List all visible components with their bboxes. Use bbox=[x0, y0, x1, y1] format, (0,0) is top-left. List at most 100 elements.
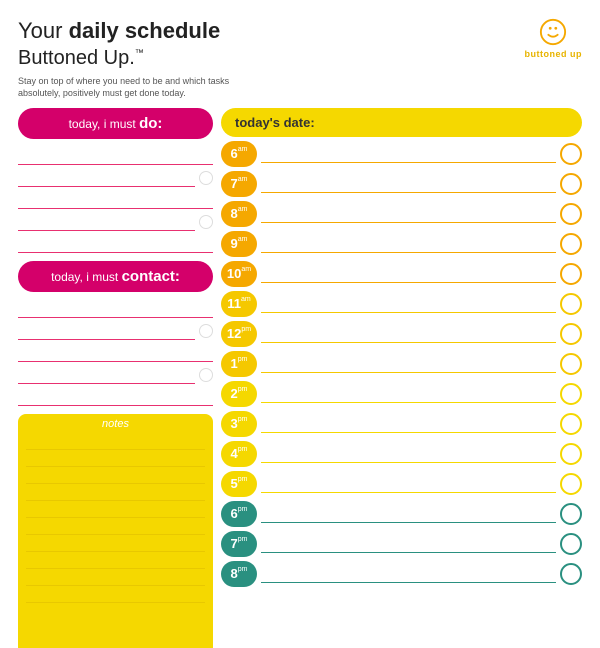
header-left: Your daily schedule Buttoned Up.™ Stay o… bbox=[18, 18, 248, 100]
contact-line-3 bbox=[18, 342, 213, 364]
time-line-5pm bbox=[261, 475, 556, 493]
main-layout: today, i must do: bbox=[18, 108, 582, 648]
do-lines bbox=[18, 145, 213, 255]
do-line-3 bbox=[18, 189, 213, 211]
do-checkbox[interactable] bbox=[199, 171, 213, 185]
time-row-7pm: 7pm bbox=[221, 529, 582, 559]
note-line bbox=[26, 552, 205, 569]
time-line-2pm bbox=[261, 385, 556, 403]
time-row-4pm: 4pm bbox=[221, 439, 582, 469]
time-line-7pm bbox=[261, 535, 556, 553]
time-checkbox-11am[interactable] bbox=[560, 293, 582, 315]
header-right: buttoned up bbox=[525, 18, 582, 59]
time-row-10am: 10am bbox=[221, 259, 582, 289]
time-line-6am bbox=[261, 145, 556, 163]
time-bubble-7pm: 7pm bbox=[221, 531, 257, 557]
time-checkbox-2pm[interactable] bbox=[560, 383, 582, 405]
header: Your daily schedule Buttoned Up.™ Stay o… bbox=[18, 18, 582, 100]
do-line-underline bbox=[18, 191, 213, 209]
time-rows-container: 6am7am8am9am10am11am12pm1pm2pm3pm4pm5pm6… bbox=[221, 139, 582, 589]
contact-line-underline bbox=[18, 388, 213, 406]
time-bubble-12pm: 12pm bbox=[221, 321, 257, 347]
note-line bbox=[26, 467, 205, 484]
today-date-row: today's date: bbox=[221, 108, 582, 139]
time-row-6pm: 6pm bbox=[221, 499, 582, 529]
time-checkbox-6pm[interactable] bbox=[560, 503, 582, 525]
time-bubble-8am: 8am bbox=[221, 201, 257, 227]
notes-lines bbox=[26, 433, 205, 648]
today-date-bar[interactable]: today's date: bbox=[221, 108, 582, 137]
contact-checkbox[interactable] bbox=[199, 324, 213, 338]
time-checkbox-6am[interactable] bbox=[560, 143, 582, 165]
time-checkbox-1pm[interactable] bbox=[560, 353, 582, 375]
do-section-label: today, i must do: bbox=[18, 108, 213, 139]
time-line-8pm bbox=[261, 565, 556, 583]
time-checkbox-4pm[interactable] bbox=[560, 443, 582, 465]
left-panel: today, i must do: bbox=[18, 108, 213, 648]
time-line-4pm bbox=[261, 445, 556, 463]
time-checkbox-10am[interactable] bbox=[560, 263, 582, 285]
time-checkbox-7am[interactable] bbox=[560, 173, 582, 195]
do-line-2 bbox=[18, 167, 213, 189]
time-row-3pm: 3pm bbox=[221, 409, 582, 439]
note-line bbox=[26, 450, 205, 467]
notes-section: notes bbox=[18, 414, 213, 648]
page: Your daily schedule Buttoned Up.™ Stay o… bbox=[0, 0, 600, 648]
time-row-7am: 7am bbox=[221, 169, 582, 199]
time-bubble-6am: 6am bbox=[221, 141, 257, 167]
note-line bbox=[26, 433, 205, 450]
time-checkbox-3pm[interactable] bbox=[560, 413, 582, 435]
time-bubble-1pm: 1pm bbox=[221, 351, 257, 377]
time-row-8am: 8am bbox=[221, 199, 582, 229]
do-line-underline bbox=[18, 147, 213, 165]
time-bubble-2pm: 2pm bbox=[221, 381, 257, 407]
contact-line-4 bbox=[18, 364, 213, 386]
time-row-8pm: 8pm bbox=[221, 559, 582, 589]
page-title: Your daily schedule Buttoned Up.™ bbox=[18, 18, 248, 71]
time-line-10am bbox=[261, 265, 556, 283]
note-line bbox=[26, 586, 205, 603]
contact-lines bbox=[18, 298, 213, 408]
time-checkbox-7pm[interactable] bbox=[560, 533, 582, 555]
time-line-11am bbox=[261, 295, 556, 313]
contact-line-5 bbox=[18, 386, 213, 408]
do-line-4 bbox=[18, 211, 213, 233]
time-row-5pm: 5pm bbox=[221, 469, 582, 499]
time-row-6am: 6am bbox=[221, 139, 582, 169]
today-date-label: today's date: bbox=[235, 115, 315, 130]
subtitle: Stay on top of where you need to be and … bbox=[18, 75, 248, 100]
contact-line-1 bbox=[18, 298, 213, 320]
time-line-8am bbox=[261, 205, 556, 223]
time-row-12pm: 12pm bbox=[221, 319, 582, 349]
do-line-underline bbox=[18, 169, 195, 187]
logo-icon bbox=[539, 18, 567, 46]
time-line-12pm bbox=[261, 325, 556, 343]
time-bubble-7am: 7am bbox=[221, 171, 257, 197]
time-checkbox-8pm[interactable] bbox=[560, 563, 582, 585]
contact-line-underline bbox=[18, 344, 213, 362]
right-panel: today's date: 6am7am8am9am10am11am12pm1p… bbox=[221, 108, 582, 648]
time-row-1pm: 1pm bbox=[221, 349, 582, 379]
note-line bbox=[26, 518, 205, 535]
note-line bbox=[26, 501, 205, 518]
time-line-9am bbox=[261, 235, 556, 253]
time-row-2pm: 2pm bbox=[221, 379, 582, 409]
time-bubble-8pm: 8pm bbox=[221, 561, 257, 587]
time-bubble-10am: 10am bbox=[221, 261, 257, 287]
time-checkbox-8am[interactable] bbox=[560, 203, 582, 225]
contact-section-label: today, i must contact: bbox=[18, 261, 213, 292]
time-line-1pm bbox=[261, 355, 556, 373]
time-bubble-11am: 11am bbox=[221, 291, 257, 317]
time-checkbox-9am[interactable] bbox=[560, 233, 582, 255]
note-line bbox=[26, 484, 205, 501]
note-line bbox=[26, 535, 205, 552]
contact-line-underline bbox=[18, 322, 195, 340]
time-bubble-3pm: 3pm bbox=[221, 411, 257, 437]
contact-line-2 bbox=[18, 320, 213, 342]
note-line bbox=[26, 569, 205, 586]
do-checkbox[interactable] bbox=[199, 215, 213, 229]
time-checkbox-5pm[interactable] bbox=[560, 473, 582, 495]
contact-checkbox[interactable] bbox=[199, 368, 213, 382]
notes-label: notes bbox=[26, 418, 205, 430]
time-checkbox-12pm[interactable] bbox=[560, 323, 582, 345]
